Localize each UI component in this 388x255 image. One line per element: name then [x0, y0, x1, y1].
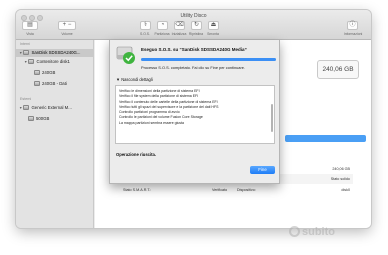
watermark-logo-icon — [289, 226, 300, 237]
sidebar-item-volume-data[interactable]: 240GB - Dati — [34, 80, 67, 88]
erase-icon: ⌫ — [175, 22, 184, 28]
table-row: Stato S.M.A.R.T.: Verificato Dispositivo… — [123, 188, 350, 192]
sidebar-item-volume-500gb[interactable]: 500GB — [28, 115, 49, 123]
usage-bar — [285, 135, 366, 142]
toolbar-label-volume: Volume — [61, 32, 73, 36]
title-bar: Utility Disco ▤ Vista + − Volume ⚕ S.O.S… — [16, 10, 371, 40]
sheet-title: Eseguo S.O.S. su “SanDisk SDSSDA240G Med… — [141, 47, 247, 52]
sidebar-item-container[interactable]: ▼ Contenitore disk1 — [24, 58, 70, 66]
disclosure-triangle-icon[interactable]: ▼ — [19, 104, 22, 112]
first-aid-button[interactable]: ⚕ — [140, 21, 151, 30]
volume-button[interactable]: + − — [58, 21, 76, 30]
partition-button[interactable]: ◔ — [157, 21, 168, 30]
external-disk-icon — [23, 105, 30, 110]
volume-icon — [28, 116, 34, 121]
sidebar: Interni ▼ SanDisk SDSSDA240G... ▼ Contenit… — [16, 40, 94, 228]
sidebar-item-sandisk[interactable]: ▼ SanDisk SDSSDA240G... — [16, 49, 94, 57]
result-text: Operazione riuscita. — [116, 152, 157, 157]
sidebar-header-internal: Interni — [20, 42, 30, 46]
list-item: La mappa partizioni sembra essere giusta — [119, 120, 184, 125]
info-capacity-value: 240,06 GB — [332, 167, 350, 171]
disk-icon — [23, 50, 30, 55]
first-aid-sheet: Eseguo S.O.S. su “SanDisk SDSSDA240G Med… — [109, 40, 280, 184]
disk-checkmark-icon — [116, 46, 135, 64]
toolbar-label-view: Vista — [26, 32, 34, 36]
watermark: subito — [302, 226, 335, 238]
log-scrollbar[interactable] — [271, 104, 273, 132]
details-log[interactable]: Verifico le dimensioni della partizione … — [115, 85, 275, 144]
restore-button[interactable]: ↻ — [191, 21, 202, 30]
toolbar-label-unmount: Smonta — [207, 32, 219, 36]
partition-icon: ◔ — [160, 22, 165, 28]
unmount-icon: ⏏ — [210, 22, 217, 28]
erase-button[interactable]: ⌫ — [174, 21, 185, 30]
sidebar-item-generic-external[interactable]: ▼ Generic External M... — [19, 104, 72, 112]
done-button[interactable]: Fine — [250, 166, 275, 174]
disclosure-triangle-icon[interactable]: ▼ — [19, 49, 22, 57]
progress-fill — [141, 58, 276, 61]
status-text: Processo S.O.S. completato. Fai clic su … — [141, 65, 246, 70]
sidebar-item-volume-240gb[interactable]: 240GB — [34, 69, 55, 77]
toolbar-label-info: Informazioni — [343, 32, 363, 36]
restore-icon: ↻ — [193, 22, 200, 28]
view-button[interactable]: ▤ — [22, 21, 38, 30]
window-title: Utility Disco — [180, 13, 207, 19]
container-icon — [28, 59, 35, 64]
sidebar-view-icon: ▤ — [27, 22, 33, 28]
volume-icon — [34, 70, 40, 75]
volume-icon — [34, 81, 40, 86]
info-button[interactable]: ⓘ — [347, 21, 358, 30]
disk-size-box: 240,06 GB — [317, 60, 359, 79]
info-icon: ⓘ — [349, 22, 356, 28]
progress-bar — [141, 58, 276, 61]
unmount-button[interactable]: ⏏ — [208, 21, 219, 30]
sidebar-header-external: Esterni — [20, 97, 32, 101]
hide-details-toggle[interactable]: ▼ Nascondi dettagli — [116, 77, 153, 82]
disclosure-triangle-icon[interactable]: ▼ — [24, 58, 27, 66]
stethoscope-icon: ⚕ — [143, 22, 148, 28]
plus-minus-icon: + − — [62, 22, 72, 28]
